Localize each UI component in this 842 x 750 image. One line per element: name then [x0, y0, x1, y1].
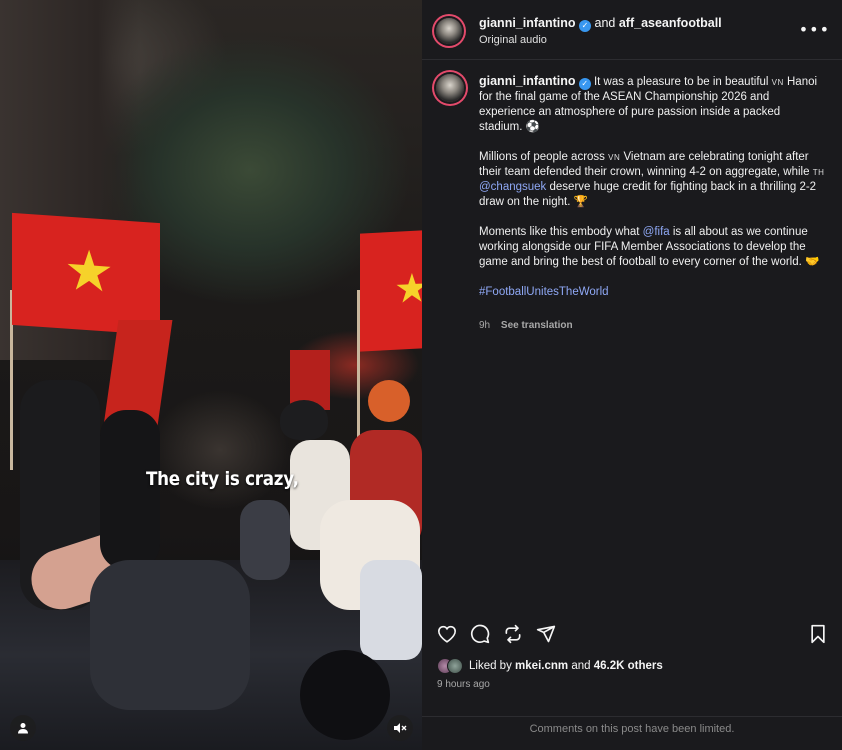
- verified-badge-icon: ✓: [578, 78, 591, 90]
- flag-vietnam-icon: VN: [608, 153, 621, 162]
- media-scene-crowd: [150, 390, 290, 510]
- post-media-video[interactable]: ★ ★ The city is crazy,: [0, 0, 422, 750]
- media-scene-flag-vietnam: ★: [360, 230, 422, 352]
- media-scene-scooter: [240, 500, 290, 580]
- repost-icon: [505, 624, 521, 644]
- caption-author-avatar[interactable]: [436, 74, 464, 102]
- likes-summary: Liked by mkei.cnm and 46.2K others: [437, 658, 663, 674]
- caption-author-username[interactable]: gianni_infantino: [479, 74, 576, 88]
- post-caption: gianni_infantino ✓ It was a pleasure to …: [479, 74, 825, 300]
- media-scene-wheel: [300, 650, 390, 740]
- media-scene-flag-vietnam: ★: [12, 212, 160, 336]
- handshake-icon: 🤝: [805, 256, 820, 268]
- author-username[interactable]: gianni_infantino: [479, 16, 576, 30]
- heart-icon: [437, 625, 457, 643]
- mute-button[interactable]: [387, 715, 413, 741]
- caption-meta: 9h See translation: [479, 320, 573, 331]
- video-caption-text: The city is crazy,: [146, 468, 299, 490]
- likes-count-link[interactable]: 46.2K others: [594, 660, 663, 672]
- flag-star-icon: ★: [394, 264, 422, 313]
- verified-badge-icon: ✓: [579, 20, 592, 32]
- post-actions-bar: [422, 622, 842, 648]
- like-button[interactable]: [435, 622, 459, 646]
- author-joiner: and: [594, 16, 616, 30]
- liker-username[interactable]: mkei.cnm: [515, 660, 568, 672]
- likes-and: and: [571, 660, 591, 672]
- liker-avatar: [447, 658, 463, 674]
- media-scene-balloon: [368, 380, 410, 422]
- repost-button[interactable]: [501, 622, 525, 646]
- send-icon: [536, 625, 556, 643]
- comment-button[interactable]: [468, 622, 492, 646]
- original-audio-link[interactable]: Original audio: [479, 34, 547, 46]
- bookmark-icon: [811, 624, 825, 644]
- caption-age: 9h: [479, 320, 491, 331]
- media-scene-scooter: [90, 560, 250, 710]
- share-button[interactable]: [534, 622, 558, 646]
- flag-thailand-icon: TH: [812, 168, 825, 177]
- flag-star-icon: ★: [64, 237, 115, 306]
- post-header: gianni_infantino ✓ and aff_aseanfootball…: [422, 0, 842, 60]
- trophy-icon: 🏆: [573, 196, 588, 208]
- media-scene-helmet: [280, 400, 328, 440]
- more-icon: •••: [798, 20, 830, 39]
- person-icon: [18, 723, 28, 734]
- caption-text: It was a pleasure to be in beautiful: [593, 76, 769, 88]
- post-timestamp: 9 hours ago: [437, 679, 490, 690]
- comments-limited-notice: Comments on this post have been limited.: [422, 716, 842, 735]
- mention-link[interactable]: @changsuek: [479, 181, 546, 193]
- hashtag-link[interactable]: #FootballUnitesTheWorld: [479, 286, 609, 298]
- more-options-button[interactable]: •••: [799, 20, 830, 39]
- mention-link[interactable]: @fifa: [643, 226, 670, 238]
- author-line: gianni_infantino ✓ and aff_aseanfootball: [479, 16, 722, 32]
- author-avatar[interactable]: [436, 18, 462, 44]
- soccer-ball-icon: ⚽: [525, 121, 540, 133]
- comment-icon: [470, 624, 490, 644]
- media-scene-scooter: [360, 560, 422, 660]
- speaker-muted-icon: [394, 723, 407, 733]
- flag-vietnam-icon: VN: [771, 78, 784, 87]
- caption-text: Moments like this embody what: [479, 226, 640, 238]
- likes-prefix: Liked by: [469, 660, 512, 672]
- save-button[interactable]: [806, 622, 830, 646]
- tagged-users-button[interactable]: [10, 715, 36, 741]
- caption-text: Millions of people across: [479, 151, 605, 163]
- media-scene-rider: [100, 410, 160, 570]
- post-details-panel: gianni_infantino ✓ and aff_aseanfootball…: [422, 0, 842, 750]
- coauthor-username[interactable]: aff_aseanfootball: [619, 16, 722, 30]
- see-translation-link[interactable]: See translation: [501, 320, 573, 331]
